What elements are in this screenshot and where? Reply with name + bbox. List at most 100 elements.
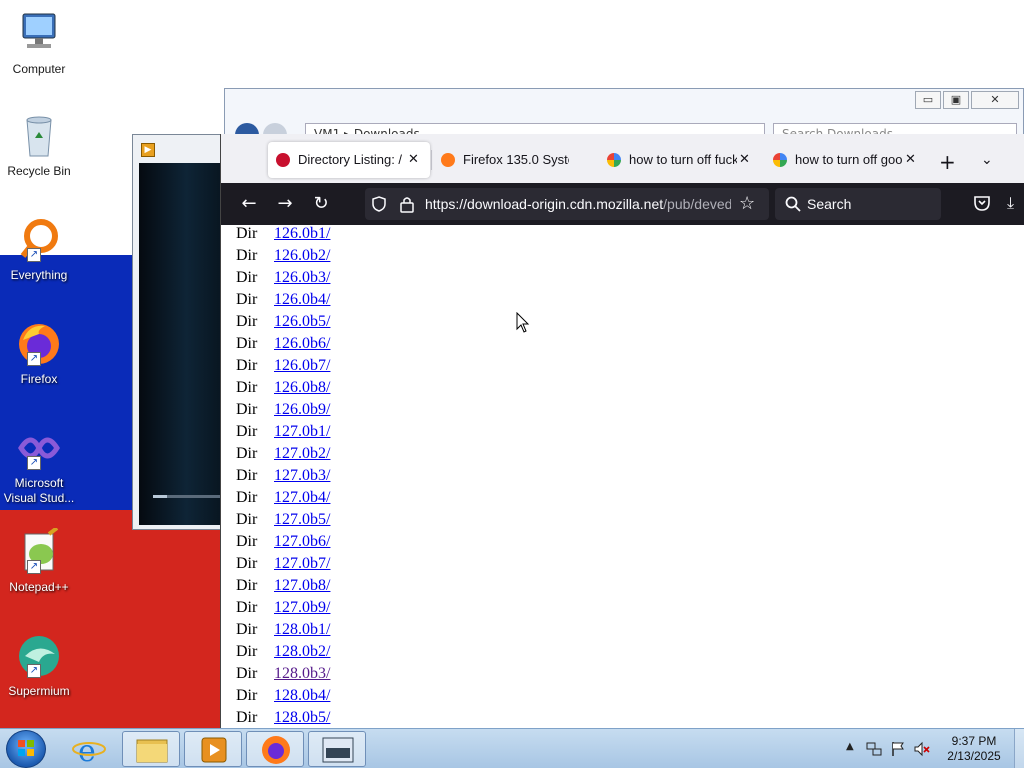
directory-link[interactable]: 127.0b8/ [274, 577, 330, 595]
directory-link[interactable]: 127.0b3/ [274, 467, 330, 485]
desktop-icon-label: Firefox [20, 372, 58, 386]
taskbar-media-player[interactable] [184, 731, 242, 767]
directory-link[interactable]: 128.0b1/ [274, 621, 330, 639]
close-tab-icon[interactable]: ✕ [739, 151, 750, 167]
entry-type: Dir [236, 423, 258, 440]
notepad-plus-plus-icon: ↗ [15, 526, 63, 576]
entry-type: Dir [236, 335, 258, 352]
taskbar-firefox[interactable] [246, 731, 304, 767]
desktop-icon-label: Supermium [8, 684, 70, 698]
taskbar-internet-explorer[interactable]: e [60, 731, 118, 768]
desktop-icon-notepad-plus-plus[interactable]: ↗ Notepad++ [2, 526, 76, 595]
directory-link[interactable]: 127.0b6/ [274, 533, 330, 551]
tab-directory-listing[interactable]: Directory Listing: /pub/ ✕ [268, 142, 430, 178]
show-desktop-button[interactable] [1014, 729, 1024, 768]
entry-type: Dir [236, 445, 258, 462]
tab-google-search-1[interactable]: how to turn off fuck ✕ [599, 142, 761, 178]
bookmark-star-icon[interactable]: ☆ [739, 193, 755, 214]
directory-link[interactable]: 127.0b5/ [274, 511, 330, 529]
action-center-flag-icon[interactable] [890, 741, 906, 757]
entry-type: Dir [236, 313, 258, 330]
entry-type: Dir [236, 709, 258, 726]
directory-link[interactable]: 126.0b3/ [274, 269, 330, 287]
shortcut-arrow-icon: ↗ [27, 560, 41, 574]
directory-link[interactable]: 126.0b2/ [274, 247, 330, 265]
directory-link[interactable]: 127.0b7/ [274, 555, 330, 573]
seek-bar[interactable] [153, 495, 225, 498]
everything-icon: ↗ [15, 216, 63, 264]
tab-title: how to turn off goog [795, 152, 903, 167]
tab-firefox-system-requirements[interactable]: Firefox 135.0 System Requirements [433, 142, 595, 178]
google-favicon-icon [607, 153, 621, 167]
desktop-icon-visual-studio[interactable]: ↗ Microsoft Visual Stud... [2, 424, 76, 506]
entry-type: Dir [236, 467, 258, 484]
desktop-icon-label: Everything [10, 268, 68, 282]
taskbar-file-explorer[interactable] [122, 731, 180, 767]
directory-link[interactable]: 127.0b2/ [274, 445, 330, 463]
close-tab-icon[interactable]: ✕ [408, 151, 419, 167]
desktop-icon-computer[interactable]: Computer [2, 10, 76, 77]
directory-link[interactable]: 126.0b6/ [274, 335, 330, 353]
url-bar[interactable]: https://download-origin.cdn.mozilla.net/… [365, 188, 769, 220]
forward-icon[interactable]: → [273, 192, 297, 216]
desktop-icon-firefox[interactable]: ↗ Firefox [2, 320, 76, 387]
firefox-window[interactable]: Directory Listing: /pub/ ✕ Firefox 135.0… [220, 134, 1024, 728]
directory-link[interactable]: 126.0b8/ [274, 379, 330, 397]
pocket-icon[interactable] [973, 194, 991, 212]
directory-link[interactable]: 128.0b3/ [274, 665, 330, 683]
mozilla-favicon-icon [276, 153, 290, 167]
entry-type: Dir [236, 533, 258, 550]
downloads-icon[interactable]: ⤓ [1007, 193, 1014, 213]
taskbar: e ▲ 9:37 PM 2/13/2025 [0, 728, 1024, 768]
close-button[interactable]: ✕ [971, 91, 1019, 109]
directory-link[interactable]: 127.0b1/ [274, 423, 330, 441]
start-button[interactable] [6, 730, 46, 768]
directory-link[interactable]: 127.0b9/ [274, 599, 330, 617]
supermium-icon: ↗ [15, 632, 63, 680]
entry-type: Dir [236, 357, 258, 374]
entry-type: Dir [236, 577, 258, 594]
directory-link[interactable]: 126.0b5/ [274, 313, 330, 331]
reload-icon[interactable]: ↻ [309, 192, 333, 216]
back-icon[interactable]: ← [237, 192, 261, 216]
directory-link[interactable]: 127.0b4/ [274, 489, 330, 507]
tab-strip: Directory Listing: /pub/ ✕ Firefox 135.0… [221, 134, 1024, 183]
entry-type: Dir [236, 401, 258, 418]
directory-link[interactable]: 128.0b4/ [274, 687, 330, 705]
taskbar-on-screen-keyboard[interactable] [308, 731, 366, 767]
directory-link[interactable]: 126.0b1/ [274, 225, 330, 243]
network-icon[interactable] [866, 741, 882, 757]
maximize-button[interactable]: ▣ [943, 91, 969, 109]
volume-muted-icon[interactable] [914, 741, 930, 757]
directory-link[interactable]: 128.0b2/ [274, 643, 330, 661]
directory-link[interactable]: 126.0b4/ [274, 291, 330, 309]
desktop-icon-supermium[interactable]: ↗ Supermium [2, 632, 76, 699]
url-text[interactable]: https://download-origin.cdn.mozilla.net/… [425, 196, 731, 212]
firefox-icon [262, 736, 290, 764]
directory-link[interactable]: 126.0b9/ [274, 401, 330, 419]
desktop-icon-label: Notepad++ [9, 580, 69, 594]
computer-icon [15, 10, 63, 58]
list-all-tabs-icon[interactable]: ⌄ [981, 152, 993, 168]
entry-type: Dir [236, 291, 258, 308]
close-tab-icon[interactable]: ✕ [905, 151, 916, 167]
entry-type: Dir [236, 379, 258, 396]
directory-link[interactable]: 126.0b7/ [274, 357, 330, 375]
shortcut-arrow-icon: ↗ [27, 352, 41, 366]
clock-time: 9:37 PM [951, 734, 997, 748]
tracking-protection-shield-icon[interactable] [371, 196, 387, 212]
search-bar[interactable]: Search [775, 188, 941, 220]
directory-link[interactable]: 128.0b5/ [274, 709, 330, 727]
show-hidden-icons-icon[interactable]: ▲ [846, 741, 854, 752]
video-area[interactable] [139, 163, 225, 525]
firefox-favicon-icon [441, 153, 455, 167]
system-clock[interactable]: 9:37 PM 2/13/2025 [944, 734, 1004, 764]
new-tab-icon[interactable]: + [939, 150, 956, 174]
desktop-icon-recycle-bin[interactable]: Recycle Bin [2, 112, 76, 179]
minimize-button[interactable]: ▭ [915, 91, 941, 109]
desktop-icon-everything[interactable]: ↗ Everything [2, 216, 76, 283]
tab-google-search-2[interactable]: how to turn off goog ✕ [765, 142, 916, 178]
shortcut-arrow-icon: ↗ [27, 456, 41, 470]
lock-icon[interactable] [399, 195, 415, 213]
media-player-window[interactable]: ▶ [132, 134, 225, 530]
